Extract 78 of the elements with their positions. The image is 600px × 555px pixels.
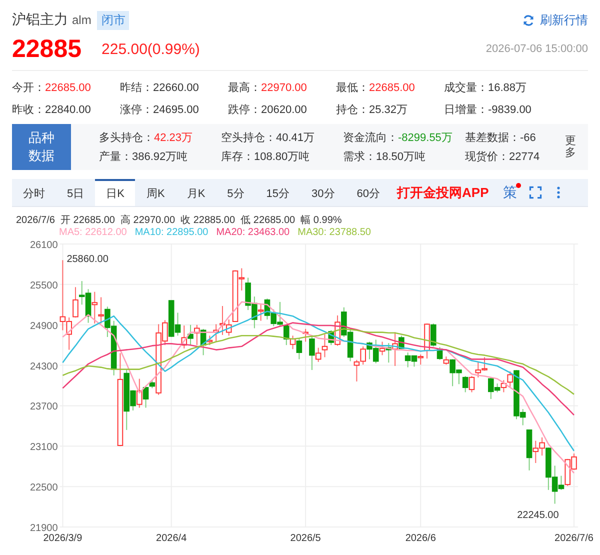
fullscreen-icon[interactable]: [528, 186, 542, 199]
refresh-link[interactable]: 刷新行情: [540, 12, 588, 28]
stat-value: 25.32万: [369, 104, 408, 116]
moving-average-legend: MA10: 22895.00: [134, 227, 208, 239]
stat-label: 最低：: [336, 82, 369, 94]
stat-label: 跌停：: [228, 104, 261, 116]
stat-value: -8299.55万: [398, 132, 452, 144]
y-axis-label: 22500: [30, 482, 58, 494]
x-axis-label: 2026/5: [290, 533, 321, 544]
extreme-price-label: 25860.00: [66, 254, 108, 266]
stat-label: 最高：: [228, 82, 261, 94]
x-axis-label: 2026/6: [405, 533, 436, 544]
x-axis-label: 2026/4: [156, 533, 187, 544]
product-data-button[interactable]: 品种数据: [12, 124, 71, 170]
stat-label: 成交量：: [444, 82, 488, 94]
moving-average-legend: MA30: 23788.50: [298, 227, 371, 239]
stat-label: 昨收：: [12, 104, 45, 116]
stat-value: 386.92万吨: [132, 151, 188, 163]
stat-label: 日增量：: [444, 104, 488, 116]
stat-label: 空头持仓：: [221, 132, 276, 144]
instrument-name: 沪铝主力: [12, 11, 68, 29]
period-tab[interactable]: 周K: [135, 181, 176, 206]
y-axis-label: 25500: [30, 280, 58, 292]
last-price: 22885: [12, 34, 82, 64]
stat-value: 40.41万: [276, 132, 315, 144]
price-change: 225.00(0.99%): [102, 40, 200, 58]
period-tab[interactable]: 5日: [56, 181, 96, 206]
more-options-icon[interactable]: [556, 186, 561, 199]
candle-info-text: 2026/7/6 开 22685.00 高 22970.00 收 22885.00 低 22685.00 幅 0.99%: [15, 214, 343, 226]
x-axis-label: 2026/3/9: [43, 533, 82, 544]
stat-label: 基差数据：: [465, 132, 520, 144]
stat-label: 现货价：: [465, 151, 509, 163]
stat-value: 16.88万: [488, 82, 527, 94]
quote-time: 2026-07-06 15:00:00: [486, 43, 588, 55]
refresh-icon[interactable]: [522, 14, 535, 26]
extreme-price-label: 22245.00: [517, 510, 559, 521]
period-tab[interactable]: 5分: [216, 181, 256, 206]
period-tab[interactable]: 月K: [176, 181, 216, 206]
stat-value: 108.80万吨: [254, 151, 310, 163]
y-axis-label: 23100: [30, 442, 58, 454]
period-tab[interactable]: 60分: [346, 181, 392, 206]
stat-label: 多头持仓：: [99, 132, 154, 144]
instrument-code: alm: [72, 13, 92, 27]
stat-value: 42.23万: [154, 132, 193, 144]
stat-value: 20620.00: [261, 104, 307, 116]
market-status-badge: 闭市: [97, 10, 130, 30]
y-axis-label: 26100: [30, 240, 58, 251]
stat-label: 今开：: [12, 82, 45, 94]
stat-label: 持仓：: [336, 104, 369, 116]
stat-value: 22774: [509, 151, 540, 163]
moving-average-legend: MA5: 22612.00: [59, 227, 127, 239]
stat-value: 18.50万吨: [376, 151, 426, 163]
stat-value: 22685.00: [369, 82, 415, 94]
stat-value: 24695.00: [153, 104, 199, 116]
y-axis-label: 21900: [30, 523, 58, 534]
stat-label: 涨停：: [120, 104, 153, 116]
y-axis-label: 23700: [30, 402, 58, 413]
y-axis-label: 24900: [30, 320, 58, 332]
stat-value: 22970.00: [261, 82, 307, 94]
x-axis-label: 2026/7/6: [554, 533, 594, 544]
stat-value: 22685.00: [45, 82, 91, 94]
stat-value: -66: [520, 132, 536, 144]
stat-label: 产量：: [99, 151, 132, 163]
period-tab[interactable]: 15分: [255, 181, 301, 206]
moving-average-legend: MA20: 23463.00: [216, 227, 290, 239]
open-app-link[interactable]: 打开金投网APP: [397, 184, 489, 202]
period-tab[interactable]: 日K: [95, 179, 136, 206]
stat-label: 库存：: [221, 151, 254, 163]
stat-value: 22660.00: [153, 82, 199, 94]
stat-value: 22840.00: [45, 104, 91, 116]
y-axis-label: 24300: [30, 361, 58, 372]
stat-label: 昨结：: [120, 82, 153, 94]
more-link[interactable]: 更多: [565, 134, 576, 160]
period-tab[interactable]: 30分: [300, 181, 346, 206]
stat-label: 资金流向：: [343, 132, 398, 144]
stat-value: -9839.00: [488, 104, 532, 116]
stat-label: 需求：: [343, 151, 376, 163]
period-tab[interactable]: 分时: [12, 181, 56, 206]
